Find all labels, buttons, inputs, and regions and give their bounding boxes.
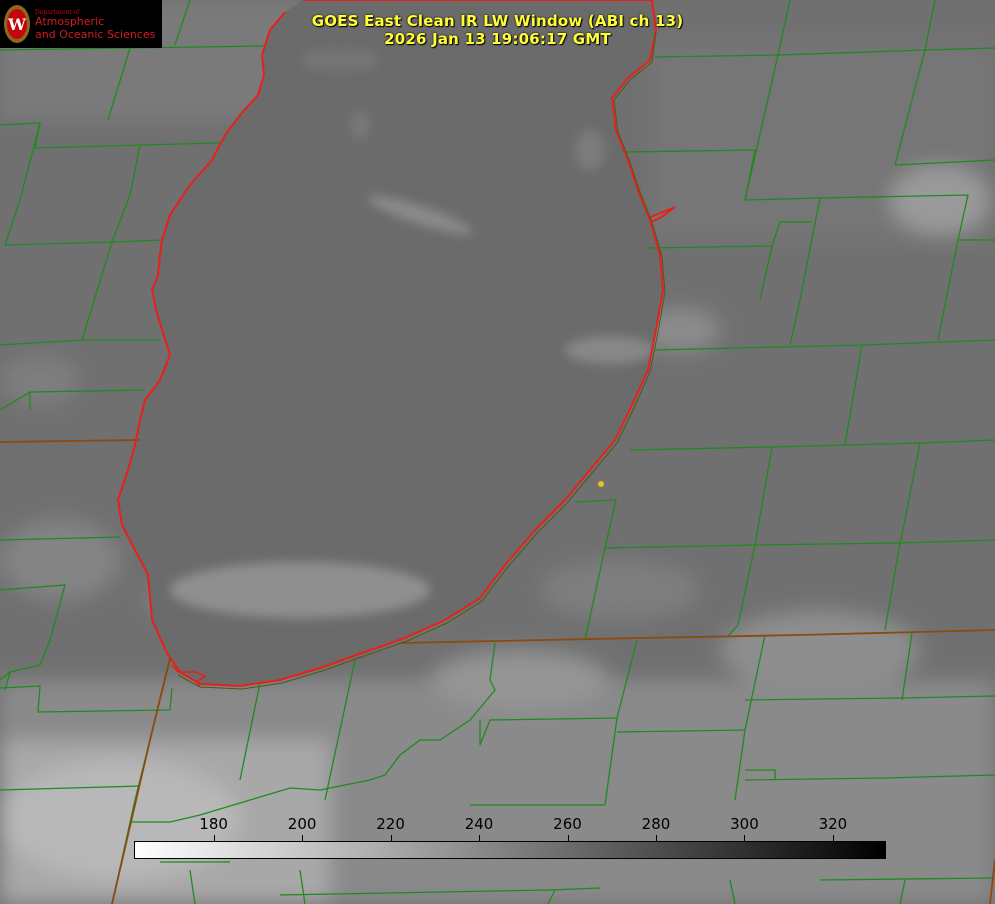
colorbar-tick-label: 220 [376,815,405,833]
timestamp: 2026 Jan 13 19:06:17 GMT [384,30,611,48]
colorbar-tick-label: 300 [730,815,759,833]
colorbar-tick-label: 180 [199,815,228,833]
colorbar-tick-label: 260 [553,815,582,833]
map-canvas [0,0,995,904]
colorbar-tick-label: 320 [818,815,848,833]
colorbar-tick-label: 280 [641,815,671,833]
product-title: GOES East Clean IR LW Window (ABI ch 13) [311,12,684,30]
colorbar-tick-label: 200 [287,815,317,833]
satellite-map: W Department of Atmospheric and Oceanic … [0,0,995,904]
colorbar-tick-label: 240 [464,815,494,833]
colorbar [134,841,886,859]
city-marker [598,481,604,487]
